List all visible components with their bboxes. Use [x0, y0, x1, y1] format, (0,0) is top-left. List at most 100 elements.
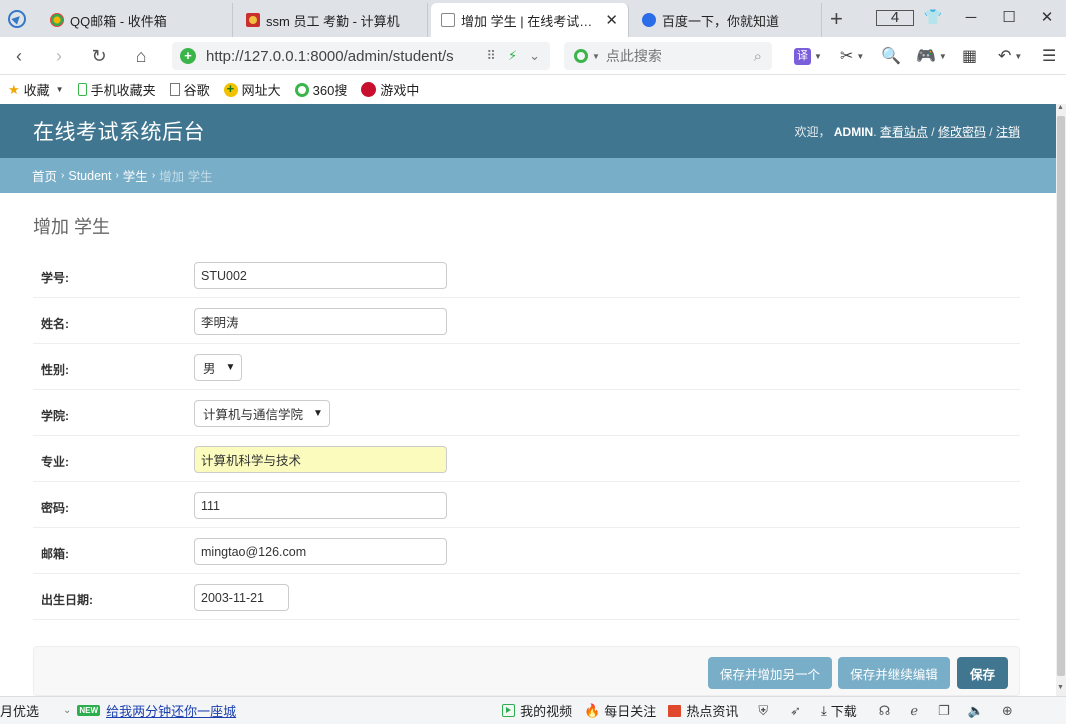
- gender-select[interactable]: 男 ▼: [194, 354, 243, 381]
- save-button[interactable]: 保存: [957, 657, 1008, 689]
- bookmark-web-directory[interactable]: 网址大: [223, 80, 281, 99]
- back-button[interactable]: ‹: [6, 44, 32, 68]
- form-row-student-id: 学号:: [33, 261, 1020, 298]
- forward-button[interactable]: ›: [46, 44, 72, 68]
- email-label: 邮箱:: [41, 547, 69, 561]
- apps-grid-button[interactable]: ▦: [962, 46, 977, 66]
- home-button[interactable]: ⌂: [128, 44, 154, 68]
- my-video-button[interactable]: 我的视频: [502, 701, 572, 720]
- baidu-icon: [642, 13, 656, 27]
- bookmark-favorites[interactable]: ★ 收藏 ▼: [8, 80, 64, 99]
- magnifier-button[interactable]: 🔍: [881, 46, 901, 66]
- undo-button[interactable]: ↶ ▼: [998, 46, 1022, 66]
- lightning-icon[interactable]: ⚡: [508, 48, 517, 64]
- bookmark-360-search[interactable]: 360搜: [294, 80, 347, 99]
- window-controls: 4 👕 ─ ☐ ✕: [876, 0, 1066, 34]
- site-title[interactable]: 在线考试系统后台: [33, 116, 205, 146]
- browser-engine-button[interactable]: ℯ: [910, 703, 918, 719]
- form-row-major: 专业:: [33, 436, 1020, 482]
- rocket-button[interactable]: ➶: [790, 703, 801, 719]
- url-bar[interactable]: + http://127.0.0.1:8000/admin/student/s …: [172, 42, 550, 70]
- separator: /: [989, 124, 993, 139]
- status-promo[interactable]: ⌄ NEW 给我两分钟还你一座城: [63, 701, 236, 720]
- headset-button[interactable]: ☊: [879, 703, 891, 719]
- close-window-button[interactable]: ✕: [1028, 8, 1066, 26]
- search-bar[interactable]: ▼ ⌕: [564, 42, 772, 70]
- window-button[interactable]: ❐: [938, 703, 950, 719]
- major-input[interactable]: [194, 446, 447, 473]
- new-badge: NEW: [77, 705, 101, 716]
- sound-button[interactable]: 🔈: [968, 703, 984, 719]
- maximize-button[interactable]: ☐: [990, 8, 1028, 26]
- breadcrumb-app[interactable]: Student: [68, 169, 111, 183]
- search-engine-icon[interactable]: [574, 49, 588, 63]
- translate-icon: 译: [794, 47, 811, 65]
- plus-shield-icon: +: [180, 48, 196, 64]
- browser-tab-ssm[interactable]: ssm 员工 考勤 - 计算机: [236, 3, 428, 37]
- shield-button[interactable]: ⛨: [758, 703, 768, 719]
- url-text[interactable]: http://127.0.0.1:8000/admin/student/s: [206, 48, 486, 65]
- browser-tab-qqmail[interactable]: QQ邮箱 - 收件箱: [40, 3, 233, 37]
- shirt-icon[interactable]: 👕: [914, 8, 952, 26]
- logout-link[interactable]: 注销: [996, 125, 1020, 139]
- password-label: 密码:: [41, 501, 69, 515]
- close-tab-icon[interactable]: ✕: [605, 11, 618, 29]
- download-button[interactable]: ⤓ 下载: [821, 701, 857, 720]
- chevron-down-icon[interactable]: ⌄: [529, 48, 540, 64]
- breadcrumb-model[interactable]: 学生: [123, 166, 148, 185]
- bookmark-mobile[interactable]: 手机收藏夹: [77, 80, 156, 99]
- password-input[interactable]: [194, 492, 447, 519]
- bookmark-game-center[interactable]: 游戏中: [361, 80, 419, 99]
- page-title: 增加 学生: [33, 217, 111, 237]
- chevron-down-icon[interactable]: ▼: [592, 52, 600, 61]
- save-and-continue-button[interactable]: 保存并继续编辑: [838, 657, 950, 689]
- scissors-button[interactable]: ✂ ▼: [840, 46, 864, 66]
- gender-selected-value: 男: [203, 362, 216, 376]
- browser-engine-icon: ℯ: [910, 702, 919, 718]
- chevron-down-icon: ⌄: [63, 705, 72, 716]
- student-id-input[interactable]: [194, 262, 447, 289]
- name-input[interactable]: [194, 308, 447, 335]
- bookmark-label: 网址大: [241, 83, 281, 98]
- minimize-button[interactable]: ─: [952, 9, 990, 26]
- search-icon[interactable]: ⌕: [754, 48, 762, 65]
- promo-link[interactable]: 给我两分钟还你一座城: [106, 701, 236, 720]
- gender-label: 性别:: [41, 363, 69, 377]
- email-input[interactable]: [194, 538, 447, 565]
- menu-button[interactable]: ☰: [1042, 46, 1056, 66]
- scroll-thumb[interactable]: [1057, 116, 1065, 676]
- navigation-icon: [8, 10, 26, 28]
- browser-tab-baidu[interactable]: 百度一下，你就知道: [632, 3, 822, 37]
- tab-title: QQ邮箱 - 收件箱: [70, 13, 167, 29]
- scroll-up-icon[interactable]: ▲: [1057, 104, 1064, 111]
- hot-news-button[interactable]: 热点资讯: [668, 701, 738, 720]
- game-button[interactable]: 🎮 ▼: [916, 46, 947, 66]
- news-icon: [668, 704, 682, 717]
- qr-code-icon[interactable]: ⠿: [486, 48, 496, 64]
- change-password-link[interactable]: 修改密码: [938, 125, 986, 139]
- breadcrumb-home[interactable]: 首页: [32, 166, 57, 185]
- save-and-add-another-button[interactable]: 保存并增加另一个: [708, 657, 832, 689]
- browser-tab-add-student[interactable]: 增加 学生 | 在线考试系统 ✕: [431, 3, 629, 37]
- new-tab-button[interactable]: +: [830, 6, 843, 32]
- reload-button[interactable]: ↻: [86, 44, 112, 68]
- name-label: 姓名:: [41, 317, 69, 331]
- translate-button[interactable]: 译 ▼: [794, 46, 822, 66]
- hamburger-icon: ☰: [1042, 48, 1057, 65]
- page-scrollbar[interactable]: ▲ ▼: [1056, 104, 1066, 696]
- browser-menu-button[interactable]: [4, 7, 30, 31]
- headset-icon: ☊: [878, 702, 891, 718]
- form-row-birthday: 出生日期:: [33, 574, 1020, 620]
- zoom-button[interactable]: ⊕: [1002, 703, 1013, 719]
- my-video-label: 我的视频: [520, 704, 573, 719]
- daily-follow-button[interactable]: 🔥 每日关注: [584, 701, 656, 720]
- birthday-input[interactable]: [194, 584, 289, 611]
- bookmark-google[interactable]: 谷歌: [169, 80, 210, 99]
- tab-count-button[interactable]: 4: [876, 9, 914, 26]
- college-select[interactable]: 计算机与通信学院 ▼: [194, 400, 330, 427]
- search-input[interactable]: [605, 48, 754, 64]
- scroll-down-icon[interactable]: ▼: [1057, 684, 1064, 691]
- view-site-link[interactable]: 查看站点: [880, 125, 928, 139]
- status-left-text[interactable]: 月优选: [0, 701, 39, 720]
- gamepad-icon: 🎮: [916, 48, 936, 65]
